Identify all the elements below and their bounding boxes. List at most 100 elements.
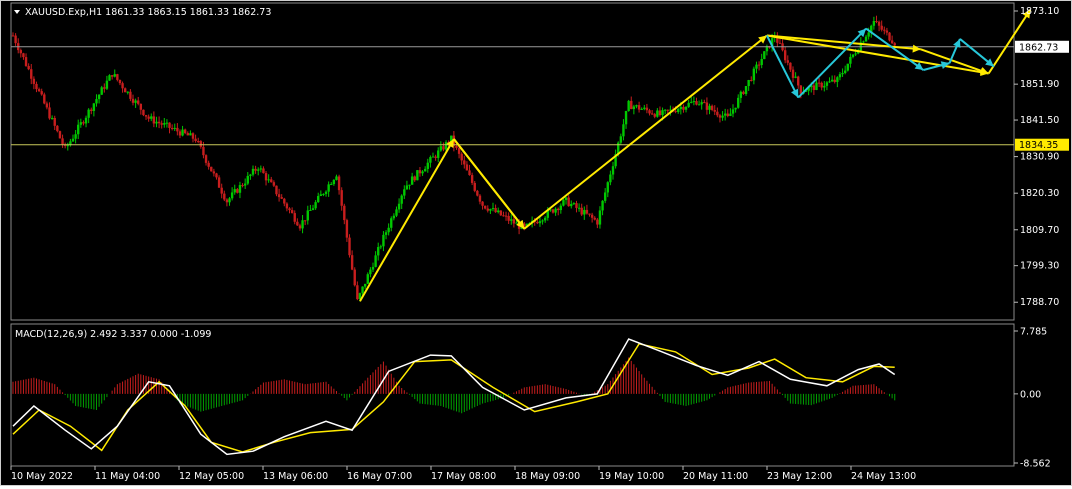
macd-pane xyxy=(10,323,1015,467)
candle-body xyxy=(455,145,458,148)
candle-body xyxy=(786,60,789,63)
candle-body xyxy=(37,89,41,92)
candle-body xyxy=(737,97,740,108)
candle-body xyxy=(510,219,513,221)
candle-body xyxy=(778,42,782,44)
candle-body xyxy=(220,187,223,194)
candle-body xyxy=(682,106,685,110)
candle-body xyxy=(243,183,247,186)
candle-body xyxy=(470,175,474,183)
candle-body xyxy=(384,232,388,235)
price-chart[interactable]: 1873.10 1851.90 1841.50 1830.90 1820.30 1809.… xyxy=(1,1,1071,485)
candle-body xyxy=(559,205,563,211)
candle-body xyxy=(590,214,594,218)
candle-body xyxy=(862,41,865,43)
candle-body xyxy=(890,40,894,44)
candle-body xyxy=(163,123,166,125)
candle-body xyxy=(290,210,294,214)
candle-body xyxy=(742,91,745,94)
candle-body xyxy=(885,30,889,33)
candle-body xyxy=(129,91,132,99)
candle-body xyxy=(893,43,896,46)
candle-body xyxy=(416,170,419,181)
candle-body xyxy=(82,122,85,124)
candle-body xyxy=(815,82,818,91)
candle-body xyxy=(836,77,839,82)
candle-body xyxy=(643,107,646,109)
candle-body xyxy=(434,156,437,158)
candle-body xyxy=(429,157,432,163)
candle-body xyxy=(371,266,375,270)
candle-body xyxy=(306,210,309,221)
candle-body xyxy=(713,109,716,112)
candle-body xyxy=(74,134,77,139)
candle-body xyxy=(622,124,625,137)
candle-body xyxy=(113,74,116,77)
y-tick-label: 1841.50 xyxy=(1020,115,1059,126)
candle-body xyxy=(296,221,299,226)
candle-body xyxy=(630,100,633,110)
candle-body xyxy=(58,131,62,139)
candle-body xyxy=(684,106,688,110)
candle-body xyxy=(823,85,826,88)
y-tick-label: 1788.70 xyxy=(1020,297,1059,308)
candle-body xyxy=(178,131,182,136)
candle-body xyxy=(468,170,471,176)
candle-body xyxy=(259,168,263,170)
y-tick-label: 1820.30 xyxy=(1020,188,1059,199)
candle-body xyxy=(750,80,753,82)
candle-body xyxy=(739,91,743,98)
candle-body xyxy=(718,115,722,118)
candle-body xyxy=(157,121,161,124)
candle-body xyxy=(601,200,604,211)
candle-body xyxy=(444,142,448,150)
candle-body xyxy=(580,207,583,215)
candle-body xyxy=(212,171,216,174)
candle-body xyxy=(100,87,103,95)
candle-body xyxy=(632,106,636,110)
candle-body xyxy=(846,63,849,71)
candle-body xyxy=(734,107,737,110)
candle-body xyxy=(95,99,98,104)
candle-body xyxy=(270,179,273,183)
candle-body xyxy=(390,218,393,228)
candle-body xyxy=(551,209,555,213)
x-tick-label: 11 May 04:00 xyxy=(95,471,160,482)
candle-body xyxy=(118,79,122,84)
y-tick-label: 1830.90 xyxy=(1020,152,1059,163)
candle-body xyxy=(353,269,356,286)
candle-body xyxy=(658,110,662,116)
candle-body xyxy=(236,189,239,193)
candle-body xyxy=(541,220,544,222)
candle-body xyxy=(828,81,831,83)
candle-body xyxy=(361,286,364,294)
candle-body xyxy=(611,166,615,175)
candle-body xyxy=(350,255,354,270)
candle-body xyxy=(867,32,870,37)
candle-body xyxy=(97,94,101,100)
candle-body xyxy=(283,198,286,204)
candle-body xyxy=(408,184,411,186)
candle-body xyxy=(663,109,667,111)
candle-body xyxy=(760,59,763,65)
candle-body xyxy=(570,203,573,207)
candle-body xyxy=(319,194,323,196)
candle-body xyxy=(363,283,367,287)
candle-body xyxy=(397,203,401,210)
candle-body xyxy=(864,36,868,42)
candle-body xyxy=(262,168,265,174)
price-label: 1834.35 xyxy=(1019,140,1058,151)
candle-body xyxy=(577,207,581,209)
candle-body xyxy=(820,82,823,88)
candle-body xyxy=(716,111,719,116)
candle-body xyxy=(189,133,192,136)
chart-window: 1873.10 1851.90 1841.50 1830.90 1820.30 1809.… xyxy=(0,0,1072,486)
candle-body xyxy=(648,110,651,114)
candle-body xyxy=(40,91,43,95)
candle-body xyxy=(661,110,664,116)
candle-body xyxy=(677,109,680,112)
candle-body xyxy=(356,285,359,300)
candle-body xyxy=(71,138,75,142)
candle-body xyxy=(830,79,834,82)
candle-body xyxy=(134,100,137,103)
